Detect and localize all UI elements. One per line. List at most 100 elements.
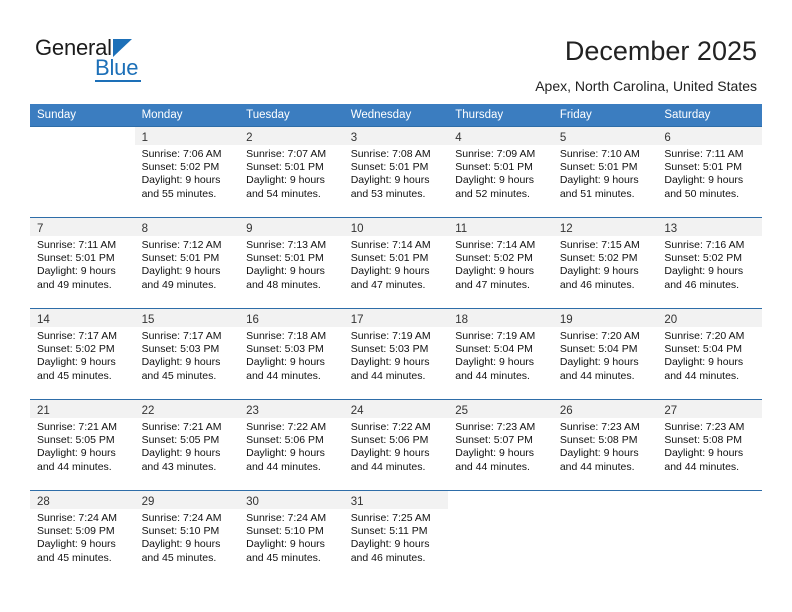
- calendar-day-cell[interactable]: 22 Sunrise: 7:21 AM Sunset: 5:05 PM Dayligh…: [134, 399, 240, 491]
- calendar-day-cell[interactable]: 29 Sunrise: 7:24 AM Sunset: 5:10 PM Dayligh…: [134, 490, 240, 581]
- day-cell-content: 7 Sunrise: 7:11 AM Sunset: 5:01 PM Daylight…: [30, 218, 135, 308]
- sunset-time: Sunset: 5:01 PM: [141, 252, 220, 265]
- daylight-duration-line2: and 50 minutes.: [664, 187, 740, 200]
- daylight-duration-line2: and 48 minutes.: [246, 278, 321, 291]
- day-cell-content: 10 Sunrise: 7:14 AM Sunset: 5:01 PM Dayligh…: [343, 218, 449, 308]
- day-sun-info: [30, 145, 135, 148]
- daylight-duration-line2: and 49 minutes.: [141, 278, 217, 291]
- sunset-time: Sunset: 5:04 PM: [455, 343, 533, 356]
- calendar-day-cell[interactable]: 30 Sunrise: 7:24 AM Sunset: 5:10 PM Dayligh…: [239, 490, 344, 581]
- daylight-duration-line1: Daylight: 9 hours: [559, 265, 639, 278]
- page-header: General Blue December 2025 Apex, North C…: [0, 0, 792, 103]
- day-number-band: 20: [657, 309, 762, 327]
- day-number: 29: [141, 496, 155, 508]
- calendar-day-cell[interactable]: 6 Sunrise: 7:11 AM Sunset: 5:01 PM Daylight…: [657, 126, 762, 218]
- sunrise-time: Sunrise: 7:19 AM: [455, 330, 536, 342]
- day-number: 13: [664, 223, 678, 235]
- sunset-time: Sunset: 5:01 PM: [246, 252, 324, 265]
- daylight-duration-line1: Daylight: 9 hours: [37, 265, 116, 278]
- sunset-time: Sunset: 5:10 PM: [141, 525, 220, 538]
- day-number: 17: [350, 314, 364, 326]
- logo-text-blue: Blue: [95, 55, 139, 80]
- daylight-duration-line1: Daylight: 9 hours: [455, 356, 535, 369]
- calendar-day-cell[interactable]: 1 Sunrise: 7:06 AM Sunset: 5:02 PM Daylight…: [134, 126, 240, 218]
- daylight-duration-line1: Daylight: 9 hours: [246, 538, 325, 551]
- calendar-day-cell[interactable]: 19 Sunrise: 7:20 AM Sunset: 5:04 PM Dayligh…: [552, 308, 658, 400]
- sunset-time: Sunset: 5:08 PM: [559, 434, 638, 447]
- calendar-day-cell[interactable]: 25 Sunrise: 7:23 AM Sunset: 5:07 PM Dayligh…: [448, 399, 553, 491]
- day-cell-content: 8 Sunrise: 7:12 AM Sunset: 5:01 PM Daylight…: [134, 218, 240, 308]
- day-sun-info: Sunrise: 7:12 AM Sunset: 5:01 PM Daylight:…: [135, 236, 240, 292]
- day-number: 15: [141, 314, 155, 326]
- calendar-week-row: 21 Sunrise: 7:21 AM Sunset: 5:05 PM Dayligh…: [30, 399, 762, 491]
- sunrise-time: Sunrise: 7:14 AM: [455, 239, 536, 251]
- daylight-duration-line2: and 55 minutes.: [141, 187, 217, 200]
- daylight-duration-line2: and 45 minutes.: [141, 369, 217, 382]
- calendar-day-cell[interactable]: 21 Sunrise: 7:21 AM Sunset: 5:05 PM Dayligh…: [30, 399, 135, 491]
- day-number-band: 22: [134, 400, 240, 418]
- sunset-time: Sunset: 5:02 PM: [141, 161, 220, 174]
- calendar-day-cell[interactable]: 20 Sunrise: 7:20 AM Sunset: 5:04 PM Dayligh…: [657, 308, 762, 400]
- daylight-duration-line2: and 44 minutes.: [37, 460, 112, 473]
- weekday-header-sunday: Sunday: [30, 104, 135, 127]
- day-sun-info: Sunrise: 7:09 AM Sunset: 5:01 PM Daylight:…: [448, 145, 553, 201]
- sunset-time: Sunset: 5:04 PM: [559, 343, 638, 356]
- calendar-week-row: 7 Sunrise: 7:11 AM Sunset: 5:01 PM Daylight…: [30, 217, 762, 309]
- daylight-duration-line2: and 44 minutes.: [350, 369, 426, 382]
- calendar-day-cell[interactable]: 28 Sunrise: 7:24 AM Sunset: 5:09 PM Dayligh…: [30, 490, 135, 581]
- daylight-duration-line2: and 44 minutes.: [350, 460, 426, 473]
- calendar-day-cell[interactable]: 5 Sunrise: 7:10 AM Sunset: 5:01 PM Daylight…: [552, 126, 658, 218]
- sunrise-time: Sunrise: 7:06 AM: [141, 148, 222, 160]
- sunrise-time: Sunrise: 7:12 AM: [141, 239, 222, 251]
- calendar-day-cell[interactable]: 31 Sunrise: 7:25 AM Sunset: 5:11 PM Dayligh…: [343, 490, 449, 581]
- day-cell-content: [657, 491, 762, 581]
- calendar-day-cell[interactable]: 3 Sunrise: 7:08 AM Sunset: 5:01 PM Daylight…: [343, 126, 449, 218]
- calendar-day-cell[interactable]: 14 Sunrise: 7:17 AM Sunset: 5:02 PM Dayligh…: [30, 308, 135, 400]
- daylight-duration-line1: Daylight: 9 hours: [350, 174, 430, 187]
- day-number-band: 6: [657, 127, 762, 145]
- day-sun-info: Sunrise: 7:14 AM Sunset: 5:01 PM Daylight:…: [344, 236, 449, 292]
- calendar-day-cell[interactable]: 10 Sunrise: 7:14 AM Sunset: 5:01 PM Dayligh…: [343, 217, 449, 309]
- calendar-day-cell[interactable]: 24 Sunrise: 7:22 AM Sunset: 5:06 PM Dayligh…: [343, 399, 449, 491]
- day-sun-info: Sunrise: 7:20 AM Sunset: 5:04 PM Daylight:…: [657, 327, 762, 383]
- daylight-duration-line2: and 51 minutes.: [559, 187, 635, 200]
- day-cell-content: 24 Sunrise: 7:22 AM Sunset: 5:06 PM Dayligh…: [343, 400, 449, 490]
- calendar-day-cell[interactable]: 18 Sunrise: 7:19 AM Sunset: 5:04 PM Dayligh…: [448, 308, 553, 400]
- sunset-time: Sunset: 5:01 PM: [350, 161, 429, 174]
- calendar-day-cell[interactable]: 4 Sunrise: 7:09 AM Sunset: 5:01 PM Daylight…: [448, 126, 553, 218]
- sunrise-time: Sunrise: 7:22 AM: [350, 421, 431, 433]
- sunset-time: Sunset: 5:01 PM: [559, 161, 638, 174]
- sunset-time: Sunset: 5:05 PM: [37, 434, 115, 447]
- calendar-day-cell[interactable]: 12 Sunrise: 7:15 AM Sunset: 5:02 PM Dayligh…: [552, 217, 658, 309]
- sunrise-time: Sunrise: 7:23 AM: [559, 421, 640, 433]
- calendar-day-cell[interactable]: 7 Sunrise: 7:11 AM Sunset: 5:01 PM Daylight…: [30, 217, 135, 309]
- sunrise-time: Sunrise: 7:08 AM: [350, 148, 431, 160]
- sunrise-time: Sunrise: 7:24 AM: [141, 512, 222, 524]
- calendar-day-cell[interactable]: 17 Sunrise: 7:19 AM Sunset: 5:03 PM Dayligh…: [343, 308, 449, 400]
- calendar-day-cell[interactable]: 15 Sunrise: 7:17 AM Sunset: 5:03 PM Dayligh…: [134, 308, 240, 400]
- calendar-day-cell[interactable]: 8 Sunrise: 7:12 AM Sunset: 5:01 PM Daylight…: [134, 217, 240, 309]
- calendar-day-cell[interactable]: 26 Sunrise: 7:23 AM Sunset: 5:08 PM Dayligh…: [552, 399, 658, 491]
- day-cell-content: 23 Sunrise: 7:22 AM Sunset: 5:06 PM Dayligh…: [239, 400, 344, 490]
- sunset-time: Sunset: 5:02 PM: [664, 252, 743, 265]
- calendar-day-cell[interactable]: 27 Sunrise: 7:23 AM Sunset: 5:08 PM Dayligh…: [657, 399, 762, 491]
- day-cell-content: 18 Sunrise: 7:19 AM Sunset: 5:04 PM Dayligh…: [448, 309, 553, 399]
- day-number-band: 16: [239, 309, 344, 327]
- day-number: 30: [246, 496, 259, 508]
- day-sun-info: Sunrise: 7:11 AM Sunset: 5:01 PM Daylight:…: [657, 145, 762, 201]
- calendar-day-cell[interactable]: 13 Sunrise: 7:16 AM Sunset: 5:02 PM Dayligh…: [657, 217, 762, 309]
- day-number: 4: [455, 132, 462, 144]
- sunrise-time: Sunrise: 7:16 AM: [664, 239, 745, 251]
- calendar-day-cell[interactable]: 11 Sunrise: 7:14 AM Sunset: 5:02 PM Dayligh…: [448, 217, 553, 309]
- day-sun-info: Sunrise: 7:08 AM Sunset: 5:01 PM Daylight:…: [344, 145, 449, 201]
- sunset-time: Sunset: 5:02 PM: [455, 252, 533, 265]
- day-number: 12: [559, 223, 573, 235]
- weekday-header-monday: Monday: [134, 104, 240, 127]
- day-sun-info: Sunrise: 7:18 AM Sunset: 5:03 PM Daylight:…: [239, 327, 344, 383]
- day-sun-info: Sunrise: 7:16 AM Sunset: 5:02 PM Daylight:…: [657, 236, 762, 292]
- calendar-day-cell[interactable]: 16 Sunrise: 7:18 AM Sunset: 5:03 PM Dayligh…: [239, 308, 344, 400]
- calendar-day-cell[interactable]: 9 Sunrise: 7:13 AM Sunset: 5:01 PM Daylight…: [239, 217, 344, 309]
- calendar-day-cell[interactable]: 23 Sunrise: 7:22 AM Sunset: 5:06 PM Dayligh…: [239, 399, 344, 491]
- calendar-day-cell[interactable]: 2 Sunrise: 7:07 AM Sunset: 5:01 PM Daylight…: [239, 126, 344, 218]
- daylight-duration-line2: and 47 minutes.: [455, 278, 530, 291]
